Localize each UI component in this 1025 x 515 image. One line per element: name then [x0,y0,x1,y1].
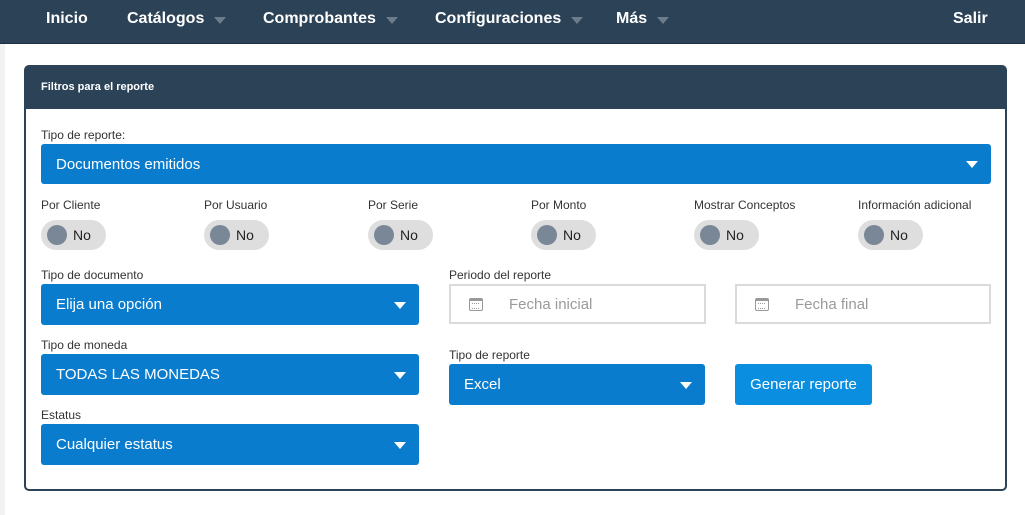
toggle-state: No [400,227,418,243]
document-type-label: Tipo de documento [41,268,144,282]
toggle-knob [700,225,720,245]
currency-type-value: TODAS LAS MONEDAS [56,366,220,383]
chevron-down-icon [966,161,978,168]
nav-comprobantes-label: Comprobantes [263,10,376,27]
nav-salir[interactable]: Salir [953,10,988,28]
toggle-por-cliente[interactable]: No [41,220,106,250]
chevron-down-icon [394,371,406,379]
report-format-value: Excel [464,376,501,393]
toggle-label-por-monto: Por Monto [531,198,587,212]
toggle-label-informacion-adicional: Información adicional [858,198,972,212]
report-type-value: Documentos emitidos [56,155,201,173]
report-format-select[interactable]: Excel [449,364,705,405]
toggle-label-por-cliente: Por Cliente [41,198,101,212]
toggle-state: No [890,227,908,243]
toggle-knob [537,225,557,245]
toggle-mostrar-conceptos[interactable]: No [694,220,759,250]
report-type-select[interactable]: Documentos emitidos [41,144,991,184]
toggle-label-por-usuario: Por Usuario [204,198,268,212]
chevron-down-icon [657,16,670,24]
nav-salir-label: Salir [953,10,988,27]
toggle-knob [47,225,67,245]
report-filter-panel: Filtros para el reporte Tipo de reporte:… [24,65,1007,491]
status-value: Cualquier estatus [56,436,173,453]
generate-report-button[interactable]: Generar reporte [735,364,872,405]
start-date-placeholder: Fecha inicial [509,296,593,313]
nav-mas-label: Más [616,10,648,27]
top-navbar: Inicio Catálogos Comprobantes Configurac… [0,0,1025,44]
document-type-select[interactable]: Elija una opción [41,284,419,325]
report-period-label: Periodo del reporte [449,268,552,282]
end-date-placeholder: Fecha final [795,296,869,313]
nav-configuraciones-label: Configuraciones [435,10,562,27]
calendar-icon [755,298,769,311]
toggle-state: No [236,227,254,243]
toggle-informacion-adicional[interactable]: No [858,220,923,250]
toggle-label-mostrar-conceptos: Mostrar Conceptos [694,198,796,212]
chevron-down-icon [680,381,692,389]
currency-type-label: Tipo de moneda [41,338,128,352]
nav-mas[interactable]: Más [616,10,670,28]
nav-catalogos[interactable]: Catálogos [127,10,227,28]
chevron-down-icon [394,441,406,449]
nav-comprobantes[interactable]: Comprobantes [263,10,398,28]
toggle-state: No [726,227,744,243]
chevron-down-icon [385,16,398,24]
report-type-label: Tipo de reporte: [41,128,126,142]
nav-catalogos-label: Catálogos [127,10,205,27]
chevron-down-icon [394,301,406,309]
nav-configuraciones[interactable]: Configuraciones [435,10,584,28]
page-edge-divider [0,44,5,515]
toggle-state: No [563,227,581,243]
toggle-por-serie[interactable]: No [368,220,433,250]
toggle-por-usuario[interactable]: No [204,220,269,250]
calendar-icon [469,298,483,311]
end-date-input[interactable]: Fecha final [735,284,991,324]
toggle-por-monto[interactable]: No [531,220,596,250]
toggle-knob [374,225,394,245]
start-date-input[interactable]: Fecha inicial [449,284,706,324]
status-select[interactable]: Cualquier estatus [41,424,419,465]
chevron-down-icon [571,16,584,24]
toggle-label-por-serie: Por Serie [368,198,419,212]
toggle-knob [210,225,230,245]
toggle-state: No [73,227,91,243]
chevron-down-icon [214,16,227,24]
report-format-label: Tipo de reporte [449,348,530,362]
panel-title: Filtros para el reporte [26,67,1005,109]
document-type-value: Elija una opción [56,296,162,313]
nav-inicio-label: Inicio [46,10,88,27]
toggle-knob [864,225,884,245]
nav-inicio[interactable]: Inicio [46,10,88,28]
currency-type-select[interactable]: TODAS LAS MONEDAS [41,354,419,395]
status-label: Estatus [41,408,82,422]
